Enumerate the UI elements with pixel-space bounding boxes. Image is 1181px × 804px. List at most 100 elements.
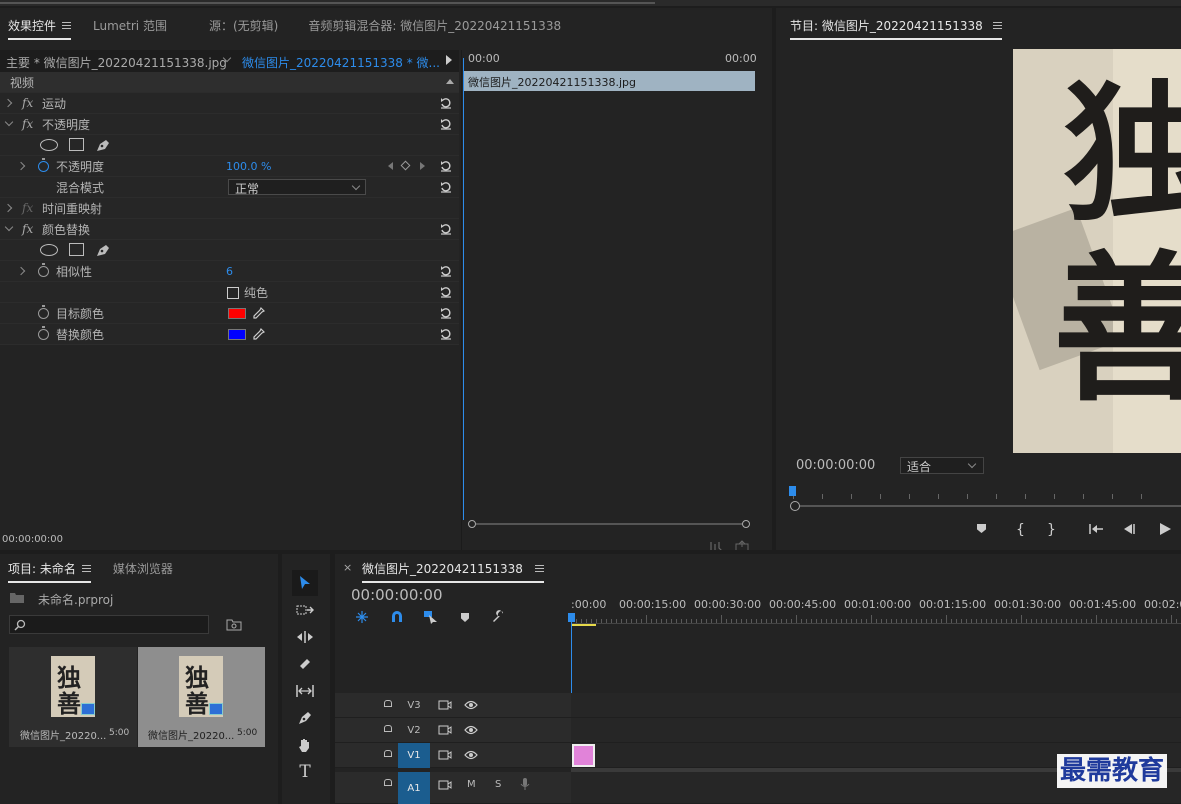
stopwatch-icon[interactable]	[38, 158, 49, 172]
effect-opacity[interactable]: fx 不透明度	[0, 114, 459, 135]
tab-lumetri-scopes[interactable]: Lumetri 范围	[93, 17, 167, 34]
effect-color-replace[interactable]: fx 颜色替换	[0, 219, 459, 240]
new-bin-icon[interactable]	[226, 618, 242, 631]
add-keyframe-icon[interactable]	[400, 160, 411, 171]
sequence-clip-label[interactable]: 微信图片_20220421151338 * 微...	[242, 54, 440, 71]
slip-tool[interactable]	[292, 678, 318, 704]
tab-source[interactable]: 源：(无剪辑)	[209, 17, 278, 34]
sync-lock-icon[interactable]	[438, 749, 452, 761]
timeline-clip-v1[interactable]	[572, 744, 595, 767]
step-back-icon[interactable]	[1123, 523, 1137, 535]
ripple-edit-tool[interactable]	[292, 624, 318, 650]
program-time-ruler[interactable]	[788, 486, 1181, 500]
lock-icon[interactable]	[384, 700, 392, 707]
effect-timeline-clip[interactable]: 微信图片_20220421151338.jpg	[464, 71, 755, 91]
expand-chevron-icon[interactable]	[3, 203, 13, 213]
eyedropper-icon[interactable]	[252, 306, 266, 320]
reset-icon[interactable]	[440, 97, 452, 109]
opacity-value[interactable]: 100.0 %	[226, 160, 271, 173]
stopwatch-icon[interactable]	[38, 305, 49, 319]
sequence-time-ruler[interactable]: :00:00 00:00:15:00 00:00:30:00 00:00:45:…	[571, 594, 1181, 627]
track-select-tool[interactable]	[292, 597, 318, 623]
expand-chevron-icon[interactable]	[3, 98, 13, 108]
sync-lock-icon[interactable]	[438, 779, 452, 791]
program-video-frame[interactable]: 独 善	[1013, 49, 1181, 453]
lock-icon[interactable]	[384, 750, 392, 757]
type-tool[interactable]: T	[292, 759, 318, 785]
reset-icon[interactable]	[440, 223, 452, 235]
snap-icon[interactable]	[390, 610, 404, 624]
pen-mask-icon[interactable]	[95, 138, 111, 153]
ellipse-mask-icon[interactable]	[40, 139, 58, 151]
microphone-icon[interactable]	[520, 777, 530, 791]
effect-time-remap[interactable]: fx 时间重映射	[0, 198, 459, 219]
hand-tool[interactable]	[292, 732, 318, 758]
replace-color-swatch[interactable]	[228, 329, 246, 340]
go-to-in-icon[interactable]	[1088, 523, 1104, 535]
program-zoom-scrollbar[interactable]	[790, 501, 1181, 511]
reset-icon[interactable]	[440, 181, 452, 193]
track-label-a1[interactable]: A1	[398, 772, 430, 804]
panel-menu-icon[interactable]	[992, 21, 1002, 29]
eye-icon[interactable]	[464, 750, 478, 760]
playhead[interactable]	[463, 58, 464, 520]
panel-menu-icon[interactable]	[81, 564, 91, 572]
play-only-icon[interactable]	[446, 55, 452, 65]
fit-select[interactable]: 适合	[900, 457, 984, 474]
nest-icon[interactable]	[355, 610, 369, 624]
reset-icon[interactable]	[440, 118, 452, 130]
mark-in-icon[interactable]: {	[1016, 522, 1025, 538]
project-item[interactable]: 独 善 微信图片_20220... 5:00	[9, 647, 137, 747]
stopwatch-icon[interactable]	[38, 326, 49, 340]
tab-audio-clip-mixer[interactable]: 音频剪辑混合器: 微信图片_20220421151338	[308, 17, 561, 34]
close-icon[interactable]: ×	[343, 561, 352, 574]
wrench-icon[interactable]	[492, 610, 506, 624]
solid-color-checkbox[interactable]	[227, 287, 239, 299]
eyedropper-icon[interactable]	[252, 327, 266, 341]
reset-icon[interactable]	[440, 328, 452, 340]
rectangle-mask-icon[interactable]	[69, 243, 84, 256]
program-timecode[interactable]: 00:00:00:00	[796, 458, 875, 473]
track-lane-v3[interactable]	[571, 693, 1181, 718]
pen-tool[interactable]	[292, 705, 318, 731]
track-lane-v2[interactable]	[571, 718, 1181, 743]
effect-controls-timecode[interactable]: 00:00:00:00	[2, 534, 63, 545]
panel-menu-icon[interactable]	[62, 21, 72, 29]
add-marker-icon[interactable]	[461, 613, 469, 622]
tab-media-browser[interactable]: 媒体浏览器	[113, 560, 173, 577]
ellipse-mask-icon[interactable]	[40, 244, 58, 256]
sync-lock-icon[interactable]	[438, 724, 452, 736]
master-clip-label[interactable]: 主要 * 微信图片_20220421151338.jpg	[6, 54, 227, 71]
rectangle-mask-icon[interactable]	[69, 138, 84, 151]
reset-icon[interactable]	[440, 160, 452, 172]
prev-keyframe-icon[interactable]	[388, 162, 393, 170]
tab-effect-controls[interactable]: 效果控件	[8, 17, 72, 40]
sequence-playhead-handle[interactable]	[568, 613, 575, 622]
collapse-chevron-icon[interactable]	[4, 222, 14, 232]
panel-menu-icon[interactable]	[534, 565, 544, 572]
collapse-icon[interactable]	[446, 79, 454, 84]
collapse-chevron-icon[interactable]	[4, 117, 14, 127]
sequence-timecode[interactable]: 00:00:00:00	[351, 586, 443, 604]
zoom-scrollbar[interactable]	[468, 520, 750, 528]
solo-button[interactable]: S	[495, 779, 501, 790]
play-icon[interactable]	[1158, 522, 1172, 536]
work-area-bar[interactable]	[571, 624, 596, 626]
target-color-swatch[interactable]	[228, 308, 246, 319]
effect-timeline[interactable]: 00:00 00:00 微信图片_20220421151338.jpg	[461, 50, 772, 550]
razor-tool[interactable]	[292, 651, 318, 677]
tab-project[interactable]: 项目: 未命名	[8, 560, 91, 583]
tab-program[interactable]: 节目: 微信图片_20220421151338	[790, 17, 1002, 40]
reset-icon[interactable]	[440, 265, 452, 277]
next-keyframe-icon[interactable]	[420, 162, 425, 170]
mute-button[interactable]: M	[467, 779, 476, 790]
project-search-input[interactable]	[9, 615, 209, 634]
expand-chevron-icon[interactable]	[16, 161, 26, 171]
effect-motion[interactable]: fx 运动	[0, 93, 459, 114]
similarity-value[interactable]: 6	[226, 265, 233, 278]
lock-icon[interactable]	[384, 725, 392, 732]
pen-mask-icon[interactable]	[95, 243, 111, 258]
expand-chevron-icon[interactable]	[16, 266, 26, 276]
eye-icon[interactable]	[464, 725, 478, 735]
blend-mode-select[interactable]: 正常	[228, 179, 366, 196]
